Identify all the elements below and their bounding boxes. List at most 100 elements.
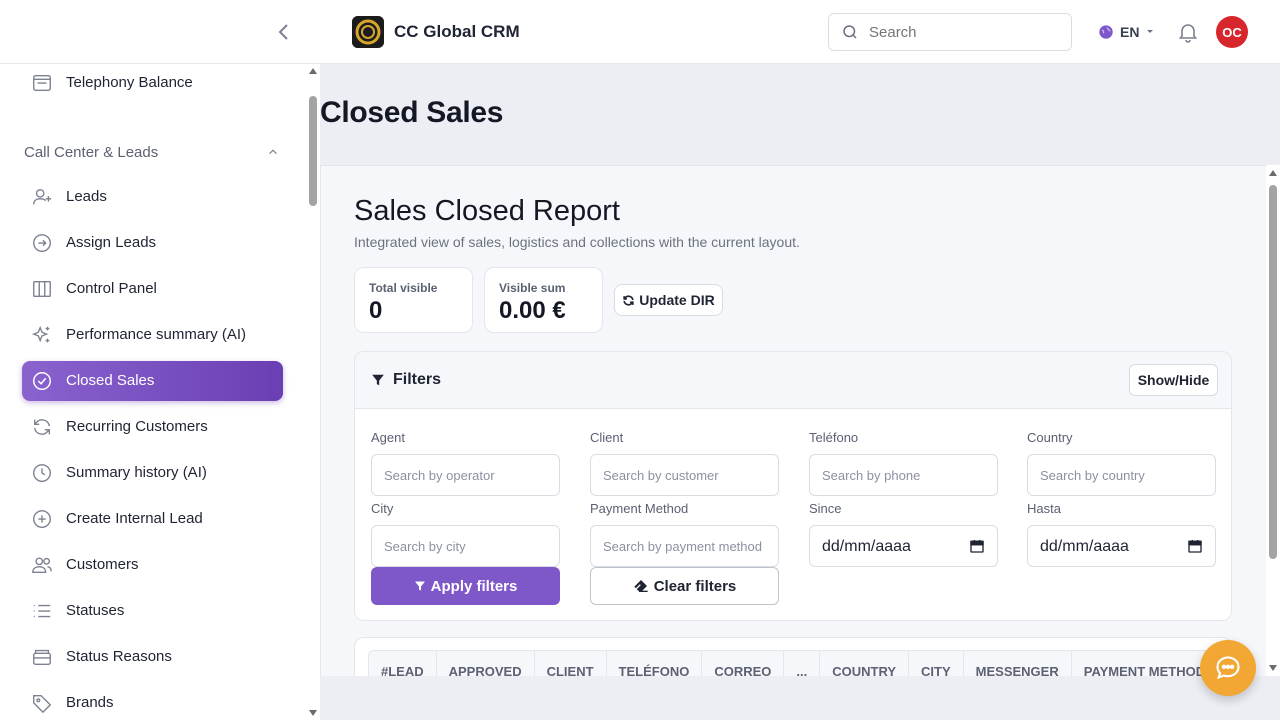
- column-header[interactable]: COUNTRY: [820, 651, 910, 676]
- sidebar-scrollbar[interactable]: [306, 64, 320, 720]
- sidebar-item-label: Control Panel: [66, 280, 157, 297]
- sales-table: #LEAD APPROVED CLIENT TELÉFONO CORREO ..…: [354, 637, 1232, 676]
- column-header[interactable]: APPROVED: [437, 651, 535, 676]
- users-icon: [31, 554, 53, 576]
- column-header[interactable]: CITY: [909, 651, 964, 676]
- report-panel: Sales Closed Report Integrated view of s…: [320, 165, 1266, 676]
- notifications-button[interactable]: [1176, 20, 1200, 44]
- sidebar-item-label: Closed Sales: [66, 372, 155, 389]
- column-header[interactable]: ...: [784, 651, 821, 676]
- refresh-icon: [31, 416, 53, 438]
- scroll-thumb[interactable]: [309, 96, 317, 206]
- language-selector[interactable]: EN: [1098, 22, 1155, 42]
- collapse-sidebar-button[interactable]: [272, 20, 296, 44]
- sidebar-item-statuses[interactable]: Statuses: [22, 591, 283, 631]
- show-hide-button[interactable]: Show/Hide: [1129, 364, 1218, 396]
- sidebar-item-performance-summary[interactable]: Performance summary (AI): [22, 315, 283, 355]
- user-avatar[interactable]: OC: [1216, 16, 1248, 48]
- sparkles-icon: [31, 324, 53, 346]
- sidebar-item-telephony-balance[interactable]: Telephony Balance: [22, 64, 283, 103]
- sidebar-item-label: Status Reasons: [66, 648, 172, 665]
- sidebar-item-closed-sales[interactable]: Closed Sales: [22, 361, 283, 401]
- phone-label: Teléfono: [809, 430, 859, 445]
- top-bar: CC Global CRM EN OC: [0, 0, 1280, 64]
- until-date-input[interactable]: dd/mm/aaaa: [1027, 525, 1216, 567]
- stat-visible-sum: Visible sum 0.00 €: [484, 267, 603, 333]
- sidebar-item-label: Summary history (AI): [66, 464, 207, 481]
- columns-icon: [31, 278, 53, 300]
- section-call-center-leads[interactable]: Call Center & Leads: [24, 143, 280, 163]
- update-dir-button[interactable]: Update DIR: [614, 284, 723, 316]
- agent-label: Agent: [371, 430, 405, 445]
- sidebar-item-assign-leads[interactable]: Assign Leads: [22, 223, 283, 263]
- eraser-icon: [634, 580, 648, 592]
- bell-icon: [1178, 24, 1198, 43]
- sidebar-item-control-panel[interactable]: Control Panel: [22, 269, 283, 309]
- search-icon: [843, 25, 857, 39]
- search-field[interactable]: [828, 13, 1072, 51]
- calendar-icon: [1188, 540, 1202, 553]
- tag-icon: [31, 692, 53, 714]
- column-header[interactable]: PAYMENT METHOD: [1072, 651, 1219, 676]
- agent-input[interactable]: [371, 454, 560, 496]
- payment-method-label: Payment Method: [590, 501, 689, 516]
- sidebar-item-recurring-customers[interactable]: Recurring Customers: [22, 407, 283, 447]
- column-header[interactable]: TELÉFONO: [607, 651, 703, 676]
- column-header[interactable]: #LEAD: [369, 651, 437, 676]
- sidebar-item-leads[interactable]: Leads: [22, 177, 283, 217]
- phone-input[interactable]: [809, 454, 998, 496]
- chevron-up-icon: [266, 145, 280, 164]
- sidebar: Telephony Balance Call Center & Leads Le…: [0, 64, 320, 720]
- city-label: City: [371, 501, 394, 516]
- main-scrollbar[interactable]: [1266, 165, 1280, 676]
- stat-value: 0: [369, 297, 383, 324]
- caret-down-icon: [1147, 30, 1154, 33]
- clock-icon: [31, 462, 53, 484]
- archive-icon: [31, 646, 53, 668]
- scroll-up-arrow[interactable]: [1269, 170, 1277, 176]
- sidebar-item-label: Telephony Balance: [66, 74, 193, 91]
- table-header-row: #LEAD APPROVED CLIENT TELÉFONO CORREO ..…: [368, 650, 1220, 676]
- sidebar-item-create-internal-lead[interactable]: Create Internal Lead: [22, 499, 283, 539]
- user-plus-icon: [31, 186, 53, 208]
- clear-filters-button[interactable]: Clear filters: [590, 567, 779, 605]
- scroll-up-arrow[interactable]: [309, 68, 317, 74]
- apply-filters-button[interactable]: Apply filters: [371, 567, 560, 605]
- filters-card: Filters Show/Hide Agent Client Teléfono …: [354, 351, 1232, 621]
- app-logo[interactable]: [352, 16, 384, 48]
- sidebar-item-label: Recurring Customers: [66, 418, 208, 435]
- payment-method-input[interactable]: [590, 525, 779, 567]
- search-input[interactable]: [869, 22, 1059, 42]
- filters-title: Filters: [371, 371, 441, 389]
- since-label: Since: [809, 501, 842, 516]
- report-subtitle: Integrated view of sales, logistics and …: [354, 234, 800, 250]
- chat-icon: [1216, 656, 1240, 680]
- sidebar-item-customers[interactable]: Customers: [22, 545, 283, 585]
- sidebar-item-label: Create Internal Lead: [66, 510, 203, 527]
- filters-title-label: Filters: [393, 371, 442, 388]
- column-header[interactable]: CLIENT: [535, 651, 607, 676]
- globe-icon: [1099, 25, 1113, 39]
- client-input[interactable]: [590, 454, 779, 496]
- scroll-down-arrow[interactable]: [1269, 665, 1277, 671]
- chevron-left-icon: [278, 24, 288, 40]
- filter-icon: [372, 374, 384, 386]
- sidebar-item-status-reasons[interactable]: Status Reasons: [22, 637, 283, 677]
- column-header[interactable]: MESSENGER: [964, 651, 1072, 676]
- city-input[interactable]: [371, 525, 560, 567]
- chat-button[interactable]: [1200, 640, 1256, 696]
- update-dir-label: Update DIR: [639, 292, 715, 308]
- sidebar-item-summary-history[interactable]: Summary history (AI): [22, 453, 283, 493]
- scroll-down-arrow[interactable]: [309, 710, 317, 716]
- since-date-input[interactable]: dd/mm/aaaa: [809, 525, 998, 567]
- sidebar-item-brands[interactable]: Brands: [22, 683, 283, 720]
- scroll-thumb[interactable]: [1269, 185, 1277, 559]
- country-input[interactable]: [1027, 454, 1216, 496]
- sidebar-item-label: Assign Leads: [66, 234, 157, 251]
- client-label: Client: [590, 430, 624, 445]
- sidebar-item-label: Customers: [66, 556, 139, 573]
- stat-label: Visible sum: [499, 281, 566, 295]
- column-header[interactable]: CORREO: [702, 651, 785, 676]
- until-label: Hasta: [1027, 501, 1061, 516]
- filters-header: Filters Show/Hide: [355, 352, 1231, 409]
